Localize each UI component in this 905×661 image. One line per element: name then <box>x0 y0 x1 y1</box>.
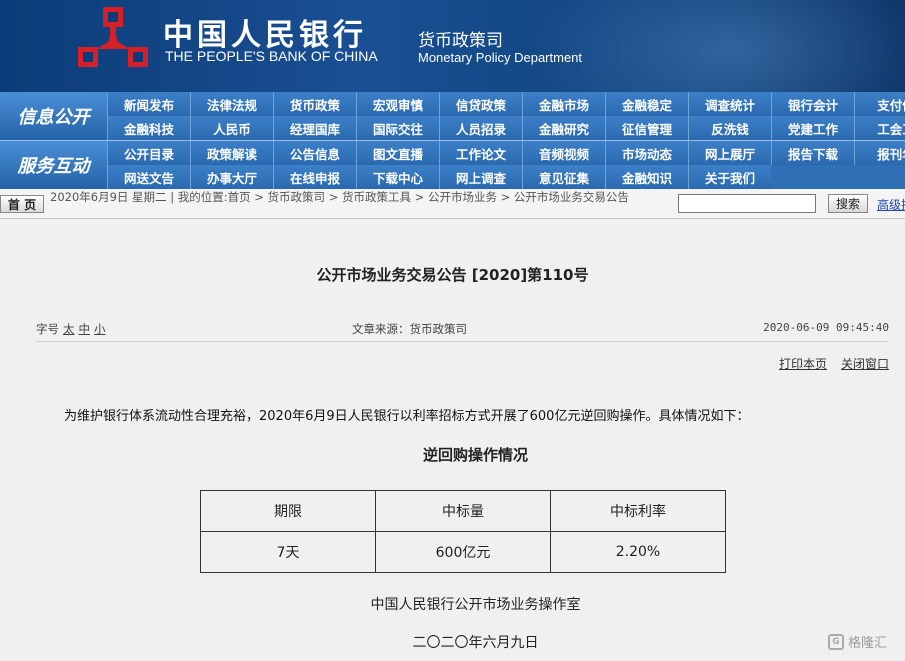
article-meta: 字号太中小 文章来源：货币政策司 2020-06-09 09:45:40 <box>36 321 889 337</box>
nav-item[interactable]: 办事大厅 <box>190 165 273 189</box>
nav-item[interactable]: 公开目录 <box>107 141 190 165</box>
nav-group-label: 信息公开 <box>0 92 107 140</box>
table-cell: 7天 <box>200 531 376 573</box>
dept-name-en: Monetary Policy Department <box>418 50 583 65</box>
nav-group-service: 服务互动 公开目录 政策解读 公告信息 图文直播 工作论文 音频视频 市场动态 网上展厅 报告下… <box>0 141 905 189</box>
nav-item[interactable]: 网上调查 <box>439 165 522 189</box>
nav-item[interactable]: 音频视频 <box>522 141 605 165</box>
font-small-link[interactable]: 小 <box>94 322 106 336</box>
dept-name-cn: 货币政策司 <box>418 31 503 51</box>
nav-item[interactable]: 金融市场 <box>522 92 605 116</box>
nav-item[interactable]: 市场动态 <box>605 141 688 165</box>
breadcrumb-bar: 首 页 2020年6月9日 星期二 | 我的位置:首页 > 货币政策司 > 货币… <box>0 189 905 219</box>
nav-item[interactable]: 报告下载 <box>771 141 854 165</box>
nav-item[interactable]: 报刊年 <box>854 141 905 165</box>
article-body: 为维护银行体系流动性合理充裕，2020年6月9日人民银行以利率招标方式开展了60… <box>64 409 750 424</box>
table-cell: 2.20% <box>550 531 726 573</box>
nav-item[interactable]: 国际交往 <box>356 116 439 140</box>
nav-group-info: 信息公开 新闻发布 法律法规 货币政策 宏观审慎 信贷政策 金融市场 金融稳定 调查统计 银行会… <box>0 92 905 140</box>
nav-row-3: 公开目录政策解读公告信息图文直播工作论文音频视频市场动态网上展厅报告下载报刊年 <box>107 141 905 165</box>
table-header: 中标量 <box>375 490 551 532</box>
nav-item[interactable]: 货币政策 <box>273 92 356 116</box>
font-medium-link[interactable]: 中 <box>79 322 91 336</box>
nav-item[interactable]: 关于我们 <box>688 165 771 189</box>
nav-item[interactable]: 人员招录 <box>439 116 522 140</box>
nav-item[interactable]: 信贷政策 <box>439 92 522 116</box>
bank-name-en: THE PEOPLE'S BANK OF CHINA <box>165 48 378 64</box>
site-header: 中国人民银行 THE PEOPLE'S BANK OF CHINA 货币政策司 … <box>0 0 905 92</box>
nav-item[interactable]: 工作论文 <box>439 141 522 165</box>
nav-item[interactable]: 人民币 <box>190 116 273 140</box>
nav-item[interactable]: 图文直播 <box>356 141 439 165</box>
breadcrumb: 2020年6月9日 星期二 | 我的位置:首页 > 货币政策司 > 货币政策工具… <box>50 190 629 204</box>
nav-item[interactable]: 支付体 <box>854 92 905 116</box>
table-header: 期限 <box>200 490 376 532</box>
home-button[interactable]: 首 页 <box>0 195 44 213</box>
nav-item[interactable]: 经理国库 <box>273 116 356 140</box>
nav-item[interactable]: 公告信息 <box>273 141 356 165</box>
watermark: G 格隆汇 <box>828 632 887 651</box>
table-header: 中标利率 <box>550 490 726 532</box>
nav-row-1: 新闻发布法律法规货币政策宏观审慎信贷政策金融市场金融稳定调查统计银行会计支付体 <box>107 92 905 116</box>
main-nav: 信息公开 新闻发布 法律法规 货币政策 宏观审慎 信贷政策 金融市场 金融稳定 调查统计 银行会… <box>0 92 905 189</box>
nav-row-4: 网送文告 办事大厅 在线申报 下载中心 网上调查 意见征集 金融知识 关于我们 <box>107 165 771 189</box>
nav-item[interactable]: 工会工 <box>854 116 905 140</box>
font-size-control: 字号太中小 <box>36 321 106 337</box>
nav-group-label: 服务互动 <box>0 141 107 189</box>
pboc-logo-icon <box>78 7 148 67</box>
table-cell: 600亿元 <box>375 531 551 573</box>
nav-item[interactable]: 金融科技 <box>107 116 190 140</box>
watermark-text: 格隆汇 <box>848 636 888 651</box>
table-row: 7天 600亿元 2.20% <box>200 531 726 573</box>
nav-item[interactable]: 调查统计 <box>688 92 771 116</box>
signature-date: 二〇二〇年六月九日 <box>412 635 539 651</box>
article-source: 文章来源：货币政策司 <box>352 322 467 336</box>
nav-item[interactable]: 在线申报 <box>273 165 356 189</box>
signature-org: 中国人民银行公开市场业务操作室 <box>370 597 581 613</box>
nav-item[interactable]: 金融研究 <box>522 116 605 140</box>
font-large-link[interactable]: 太 <box>63 322 75 336</box>
nav-item[interactable]: 银行会计 <box>771 92 854 116</box>
nav-item[interactable]: 金融稳定 <box>605 92 688 116</box>
article-datetime: 2020-06-09 09:45:40 <box>763 321 889 334</box>
nav-item[interactable]: 网送文告 <box>107 165 190 189</box>
nav-item[interactable]: 下载中心 <box>356 165 439 189</box>
table-title: 逆回购操作情况 <box>422 446 528 464</box>
table-header-row: 期限 中标量 中标利率 <box>200 490 726 532</box>
nav-item[interactable]: 反洗钱 <box>688 116 771 140</box>
nav-item[interactable]: 新闻发布 <box>107 92 190 116</box>
font-size-label: 字号 <box>36 322 59 336</box>
nav-item[interactable]: 政策解读 <box>190 141 273 165</box>
operations-table: 期限 中标量 中标利率 7天 600亿元 2.20% <box>200 490 726 573</box>
print-link[interactable]: 打印本页 <box>779 357 827 371</box>
nav-item[interactable]: 党建工作 <box>771 116 854 140</box>
nav-item[interactable]: 法律法规 <box>190 92 273 116</box>
nav-item[interactable]: 宏观审慎 <box>356 92 439 116</box>
search-button[interactable]: 搜索 <box>828 194 868 213</box>
nav-item[interactable]: 意见征集 <box>522 165 605 189</box>
close-window-link[interactable]: 关闭窗口 <box>841 357 889 371</box>
meta-divider <box>36 341 889 342</box>
page-title: 公开市场业务交易公告 [2020]第110号 <box>316 266 589 284</box>
nav-row-2: 金融科技人民币经理国库国际交往人员招录金融研究征信管理反洗钱党建工作工会工 <box>107 116 905 140</box>
page-actions: 打印本页 关闭窗口 <box>765 355 889 372</box>
nav-item[interactable]: 网上展厅 <box>688 141 771 165</box>
header-glow <box>525 0 905 92</box>
nav-item[interactable]: 金融知识 <box>605 165 688 189</box>
advanced-search-link[interactable]: 高级搜 <box>877 196 905 213</box>
nav-item[interactable]: 征信管理 <box>605 116 688 140</box>
watermark-logo-icon: G <box>828 633 844 650</box>
search-input[interactable] <box>678 194 816 213</box>
